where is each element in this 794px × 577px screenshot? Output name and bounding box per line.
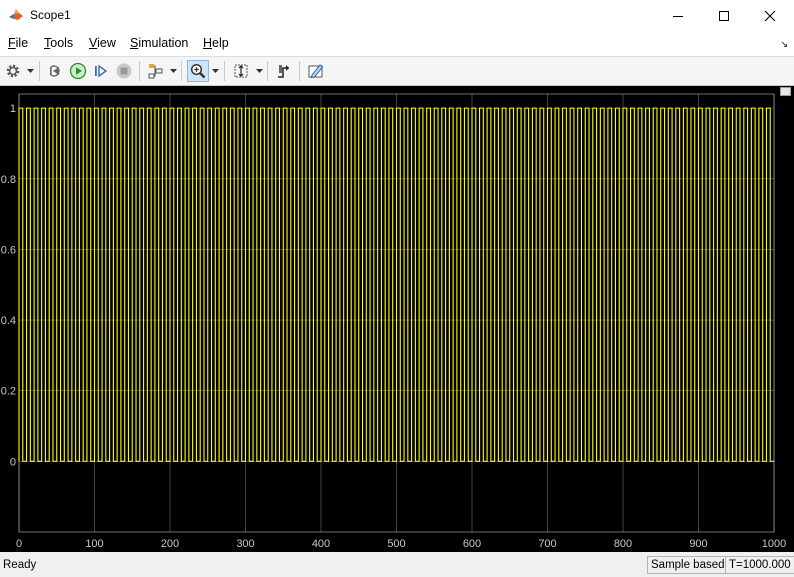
scale-dropdown[interactable] <box>255 66 263 76</box>
y-tick-label: 0 <box>10 456 16 468</box>
title-bar: Scope1 <box>0 0 794 31</box>
y-tick-label: 0.2 <box>1 386 16 398</box>
toolbar-separator <box>267 61 268 81</box>
x-tick-label: 400 <box>312 538 330 550</box>
minimize-button[interactable] <box>655 0 701 31</box>
status-text: Ready <box>3 559 37 571</box>
stop-button[interactable] <box>113 60 135 82</box>
matlab-icon <box>9 9 23 20</box>
sample-mode: Sample based <box>647 556 729 574</box>
toolbar-separator <box>39 61 40 81</box>
toolbar-separator <box>181 61 182 81</box>
x-tick-label: 800 <box>614 538 632 550</box>
y-tick-label: 0.4 <box>1 315 16 327</box>
gear-icon <box>6 64 20 78</box>
highlight-dropdown[interactable] <box>169 66 177 76</box>
legend-pencil-icon <box>308 64 324 79</box>
y-tick-label: 1 <box>10 103 16 115</box>
step-forward-icon <box>95 64 108 78</box>
simulation-time: T=1000.000 <box>725 556 794 574</box>
scope-display[interactable]: 0 100 200 300 400 500 600 700 800 900 1000 0 0.2 0.4… <box>0 86 794 552</box>
toolbar-separator <box>224 61 225 81</box>
configuration-dropdown[interactable] <box>26 66 34 76</box>
x-tick-label: 600 <box>463 538 481 550</box>
menu-file[interactable]: File <box>8 36 28 50</box>
x-tick-label: 700 <box>538 538 556 550</box>
maximize-icon <box>719 10 729 21</box>
caret-down-icon <box>211 69 219 73</box>
x-tick-label: 500 <box>387 538 405 550</box>
signal-trace <box>18 107 774 462</box>
step-forward-button[interactable] <box>90 60 112 82</box>
menu-tools[interactable]: Tools <box>44 36 73 50</box>
menu-view[interactable]: View <box>89 36 116 50</box>
run-icon <box>69 62 87 80</box>
zoom-button[interactable] <box>187 60 209 82</box>
toolbar <box>0 56 794 86</box>
zoom-icon <box>190 63 206 79</box>
restore-view-icon[interactable] <box>780 87 791 96</box>
toolbar-separator <box>139 61 140 81</box>
stop-icon <box>116 63 132 79</box>
highlight-signal-button[interactable] <box>145 60 167 82</box>
menu-simulation[interactable]: Simulation <box>130 36 188 50</box>
scope-plot[interactable]: 0 100 200 300 400 500 600 700 800 900 1000 0 0.2 0.4… <box>0 86 794 552</box>
x-tick-label: 200 <box>161 538 179 550</box>
undock-icon[interactable]: ↘ <box>780 39 788 50</box>
minimize-icon <box>673 15 683 17</box>
x-tick-label: 1000 <box>762 538 786 550</box>
window-title: Scope1 <box>30 8 71 22</box>
step-back-button[interactable] <box>45 60 67 82</box>
legend-style-button[interactable] <box>305 60 327 82</box>
status-bar: Ready Sample based T=1000.000 <box>0 555 794 577</box>
scale-axes-icon <box>234 64 248 78</box>
configuration-button[interactable] <box>2 60 24 82</box>
close-icon <box>764 10 776 21</box>
trigger-icon <box>278 65 289 78</box>
x-tick-label: 900 <box>689 538 707 550</box>
menu-help[interactable]: Help <box>203 36 229 50</box>
step-back-icon <box>50 65 60 77</box>
maximize-button[interactable] <box>701 0 747 31</box>
menu-bar: File Tools View Simulation Help ↘ <box>0 31 794 56</box>
y-tick-label: 0.8 <box>1 174 16 186</box>
scale-axes-button[interactable] <box>230 60 252 82</box>
close-button[interactable] <box>747 0 793 31</box>
y-tick-label: 0.6 <box>1 244 16 256</box>
caret-down-icon <box>169 69 177 73</box>
zoom-dropdown[interactable] <box>211 66 219 76</box>
run-button[interactable] <box>67 60 89 82</box>
highlight-signal-icon <box>148 64 163 79</box>
toolbar-separator <box>299 61 300 81</box>
caret-down-icon <box>26 69 34 73</box>
caret-down-icon <box>255 69 263 73</box>
trigger-button[interactable] <box>273 60 295 82</box>
x-tick-label: 100 <box>85 538 103 550</box>
x-tick-label: 300 <box>236 538 254 550</box>
x-tick-label: 0 <box>16 538 22 550</box>
